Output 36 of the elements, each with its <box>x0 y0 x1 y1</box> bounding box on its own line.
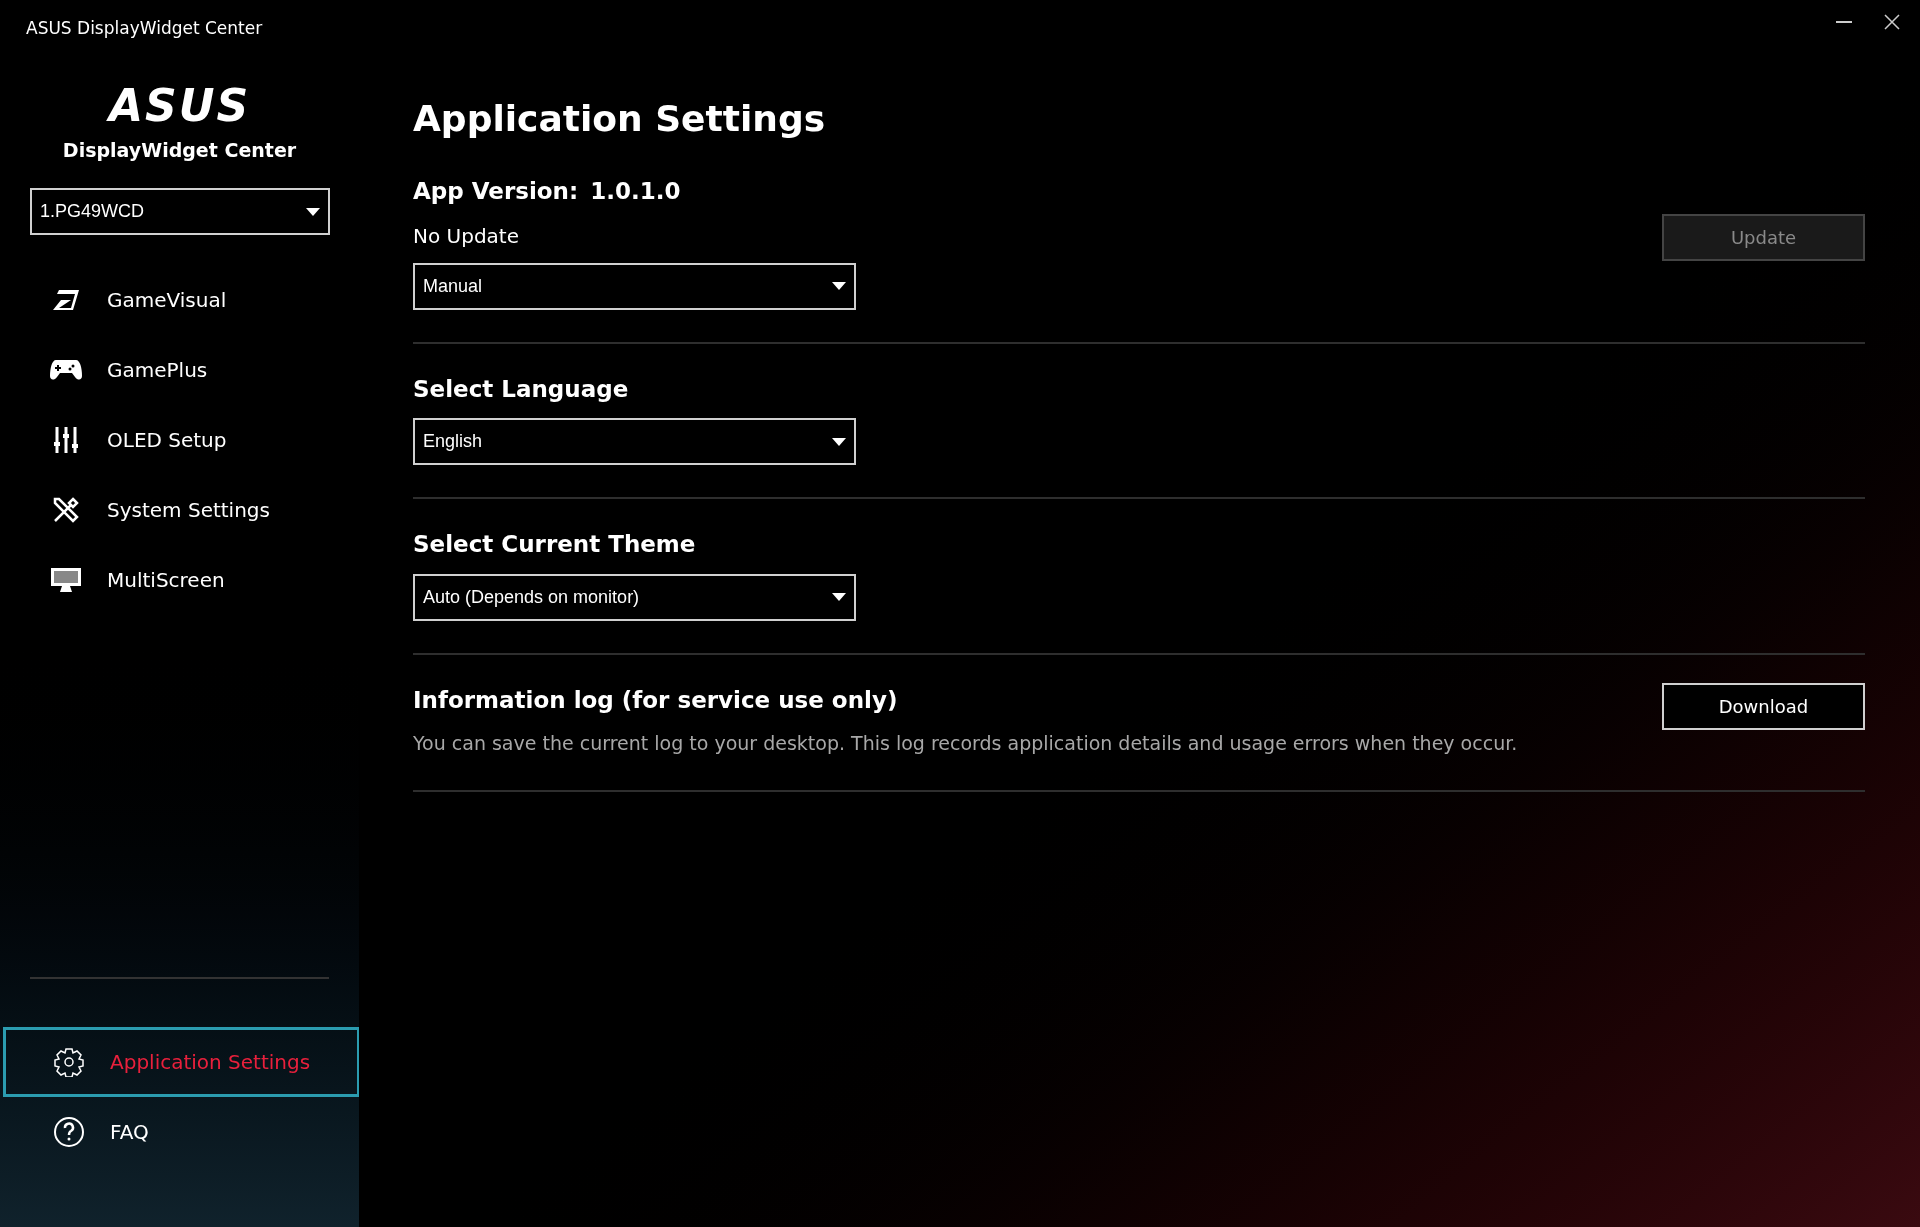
dropdown[interactable]: Auto (Depends on monitor) <box>413 573 856 621</box>
description-text: You can save the current log to your desktop. This log records application details and usage errors when they occur. <box>413 731 1518 756</box>
sidebar-item[interactable]: Application Settings <box>3 1027 360 1097</box>
dropdown[interactable]: Manual <box>413 262 856 310</box>
gamepad-icon <box>50 358 82 382</box>
help-icon <box>53 1116 85 1148</box>
sidebar-item[interactable]: FAQ <box>3 1097 360 1167</box>
caret-icon <box>306 207 320 216</box>
window-title: ASUS DisplayWidget Center <box>25 17 264 40</box>
dropdown[interactable]: English <box>413 418 856 465</box>
section-heading: Information log (for service use only) <box>413 685 899 715</box>
minimize-icon[interactable] <box>1836 20 1852 24</box>
sidebar-item[interactable]: MultiScreen <box>0 545 359 615</box>
monitor-dropdown[interactable]: 1.PG49WCD <box>30 188 330 235</box>
angular-shape-icon <box>51 288 81 312</box>
update-status: No Update <box>413 222 520 250</box>
caret-icon <box>832 593 846 601</box>
settings-icon <box>54 1047 84 1077</box>
caret-icon <box>832 282 846 290</box>
tools-icon <box>51 495 81 525</box>
sidebar-item[interactable]: GameVisual <box>0 265 359 335</box>
close-icon[interactable] <box>1884 14 1900 30</box>
sidebar-item[interactable]: OLED Setup <box>0 405 359 475</box>
page-title: Application Settings <box>413 97 827 141</box>
version-number: 1.0.1.0 <box>590 177 681 206</box>
sliders-icon <box>52 426 80 454</box>
monitor-icon <box>50 567 82 593</box>
sidebar-item[interactable]: GamePlus <box>0 335 359 405</box>
section-heading: App Version: <box>413 177 579 206</box>
brand-logo: ASUS <box>108 83 251 128</box>
sidebar-item[interactable]: System Settings <box>0 475 359 545</box>
section-heading: Select Current Theme <box>413 530 697 559</box>
caret-icon <box>832 437 846 446</box>
section-heading: Select Language <box>413 374 630 404</box>
product-name: DisplayWidget Center <box>62 137 297 163</box>
download-button[interactable]: Download <box>1662 682 1865 730</box>
